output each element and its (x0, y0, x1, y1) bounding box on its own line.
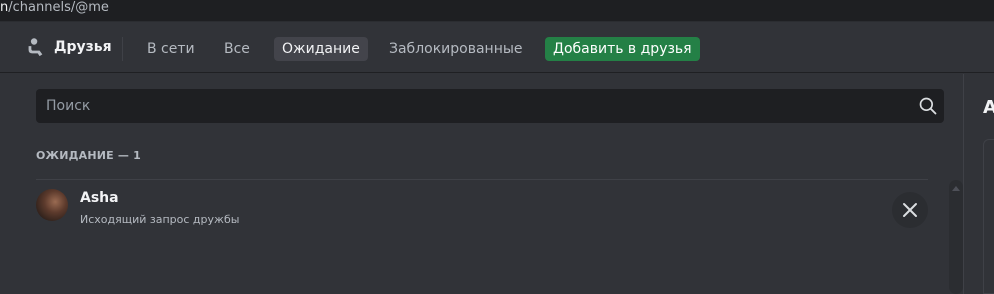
scroll-up-arrow-icon[interactable] (952, 186, 960, 191)
active-now-heading: А (983, 97, 994, 118)
pending-section-header: ОЖИДАНИЕ — 1 (36, 149, 141, 162)
pending-friend-row[interactable]: Asha Исходящий запрос дружбы (36, 181, 928, 239)
close-icon (903, 203, 917, 217)
browser-url-bar[interactable]: n/channels/@me (0, 0, 994, 22)
cancel-request-button[interactable] (892, 192, 928, 228)
add-friend-button[interactable]: Добавить в друзья (545, 37, 700, 61)
avatar (36, 189, 68, 221)
search-input[interactable]: Поиск (36, 89, 944, 123)
list-scrollbar[interactable] (949, 180, 963, 294)
tab-pending[interactable]: Ожидание (274, 37, 368, 61)
tab-online[interactable]: В сети (139, 37, 203, 61)
tab-all[interactable]: Все (216, 37, 258, 61)
search-placeholder: Поиск (46, 98, 91, 114)
right-panel-divider (963, 74, 964, 294)
friends-icon (28, 38, 43, 57)
list-divider (36, 179, 928, 180)
active-now-card (983, 139, 994, 294)
url-text: n/channels/@me (0, 0, 109, 15)
page-title: Друзья (54, 39, 112, 55)
search-icon[interactable] (918, 96, 938, 116)
friend-request-status: Исходящий запрос дружбы (80, 213, 240, 226)
friends-top-bar: Друзья В сети Все Ожидание Заблокированн… (0, 23, 994, 73)
nav-divider (122, 37, 123, 61)
tab-blocked[interactable]: Заблокированные (381, 37, 531, 61)
friend-username: Asha (80, 190, 119, 206)
